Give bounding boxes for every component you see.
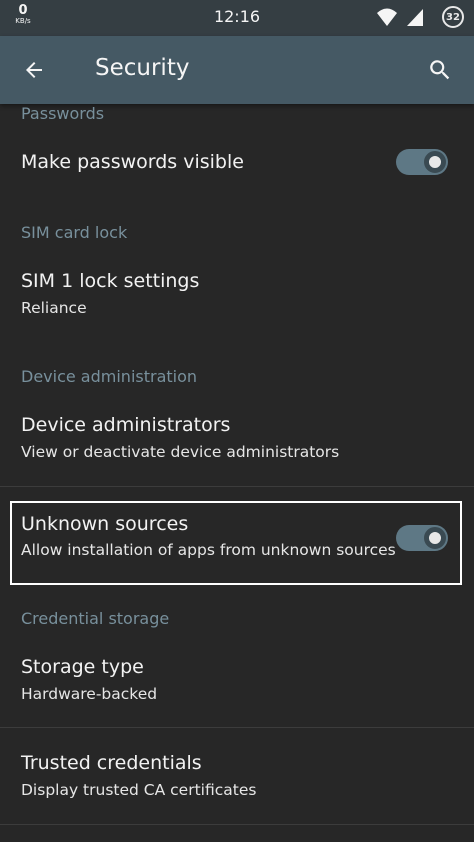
pref-make-passwords-visible[interactable]: Make passwords visible [0, 128, 474, 222]
battery-icon: 32 [442, 6, 464, 28]
toggle-thumb [424, 527, 446, 549]
section-header-sim: SIM card lock [21, 223, 128, 242]
toggle-thumb [424, 151, 446, 173]
signal-icon [407, 9, 423, 26]
section-header-passwords: Passwords [21, 104, 105, 123]
pref-title: SIM 1 lock settings [21, 270, 200, 292]
status-time: 12:16 [213, 7, 261, 26]
pref-device-administrators[interactable]: Device administrators View or deactivate… [0, 394, 474, 486]
pref-trusted-credentials[interactable]: Trusted credentials Display trusted CA c… [0, 728, 474, 824]
pref-storage-type[interactable]: Storage type Hardware-backed [0, 635, 474, 727]
pref-summary: View or deactivate device administrators [21, 443, 340, 461]
pref-summary: Allow installation of apps from unknown … [21, 541, 396, 559]
divider [0, 824, 474, 825]
back-button[interactable] [18, 54, 50, 86]
arrow-left-icon [26, 62, 42, 78]
pref-title: Make passwords visible [21, 151, 244, 173]
pref-title: Storage type [21, 656, 144, 678]
status-bar: 0 KB/s 12:16 32 [0, 0, 474, 36]
search-icon [430, 60, 450, 80]
pref-unknown-sources[interactable]: Unknown sources Allow installation of ap… [0, 501, 474, 585]
search-button[interactable] [424, 54, 456, 86]
wifi-icon [377, 8, 397, 26]
app-toolbar: Security [0, 36, 474, 104]
pref-title: Unknown sources [21, 513, 189, 535]
unknown-sources-toggle[interactable] [396, 525, 448, 551]
section-header-credential: Credential storage [21, 609, 170, 628]
divider [0, 486, 474, 487]
pref-summary: Display trusted CA certificates [21, 781, 257, 799]
make-passwords-visible-toggle[interactable] [396, 149, 448, 175]
pref-summary: Reliance [21, 299, 87, 317]
section-header-device-admin: Device administration [21, 367, 198, 386]
pref-title: Trusted credentials [21, 752, 202, 774]
pref-title: Device administrators [21, 414, 231, 436]
pref-sim1-lock-settings[interactable]: SIM 1 lock settings Reliance [0, 249, 474, 349]
pref-summary: Hardware-backed [21, 685, 158, 703]
page-title: Security [95, 55, 190, 81]
